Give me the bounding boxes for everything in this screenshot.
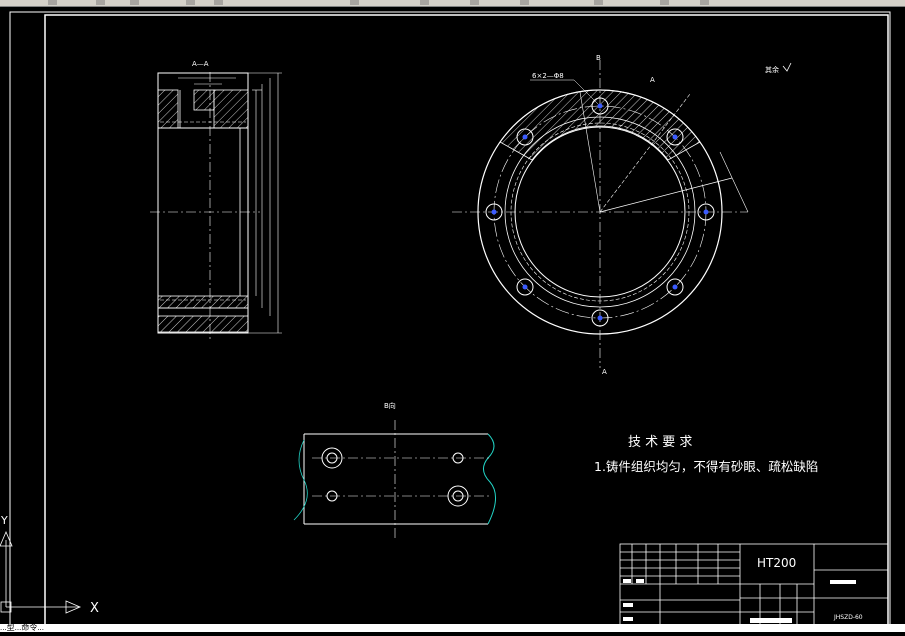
toolbar-button[interactable]	[470, 0, 479, 5]
toolbar-button[interactable]	[96, 0, 105, 5]
command-line[interactable]: ...型...命令...	[0, 624, 905, 632]
toolbar-button[interactable]	[214, 0, 223, 5]
hole-note: 6×2—Φ8	[532, 72, 564, 80]
flange-view: B A A 6×2—Φ8	[452, 54, 749, 376]
surface-note: 其余	[765, 65, 779, 74]
ucs-y-label: Y	[0, 514, 8, 527]
section-view: A—A	[150, 60, 282, 340]
sheet-outer-border	[9, 11, 891, 635]
material: HT200	[757, 556, 796, 570]
title-block-code: JHSZD-60	[833, 614, 863, 621]
tech-title: 技 术 要 求	[628, 435, 692, 450]
toolbar-button[interactable]	[48, 0, 57, 5]
toolbar-button[interactable]	[700, 0, 709, 5]
toolbar-button[interactable]	[350, 0, 359, 5]
section-a-top: A	[650, 76, 655, 84]
view-b: B向	[293, 401, 496, 538]
tech-item-1: 1.铸件组织均匀，不得有砂眼、疏松缺陷	[594, 459, 818, 474]
section-label: A—A	[192, 60, 209, 68]
view-b-header: B向	[384, 401, 396, 410]
command-text: ...型...命令...	[0, 624, 45, 632]
toolbar-button[interactable]	[186, 0, 195, 5]
toolbar-button[interactable]	[520, 0, 529, 5]
toolbar-button[interactable]	[594, 0, 603, 5]
toolbar	[0, 0, 905, 7]
view-b-label: B	[596, 54, 601, 62]
drawing-canvas[interactable]: A—A B A A 6×2—Φ8 其余 B向 技 术 要 求 1.铸件组织均匀，…	[0, 7, 905, 635]
ucs-icon	[0, 530, 82, 614]
toolbar-button[interactable]	[660, 0, 669, 5]
toolbar-button[interactable]	[420, 0, 429, 5]
toolbar-button[interactable]	[130, 0, 139, 5]
ucs-x-label: X	[90, 601, 99, 616]
section-a-bottom: A	[602, 368, 607, 376]
